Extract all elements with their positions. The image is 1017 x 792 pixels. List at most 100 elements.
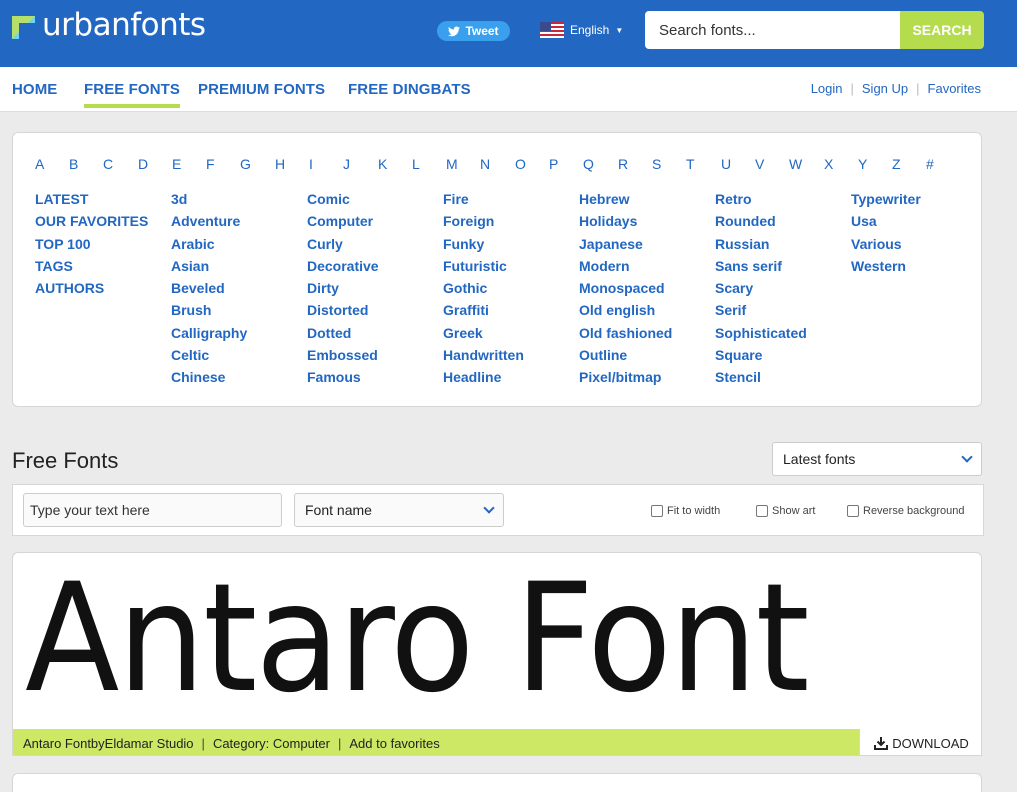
tweet-button[interactable]: Tweet xyxy=(437,21,510,41)
letter-link[interactable]: S xyxy=(652,156,661,172)
favorites-link[interactable]: Favorites xyxy=(928,81,981,96)
category-link[interactable]: Rounded xyxy=(715,210,807,232)
checkbox-box[interactable] xyxy=(651,505,663,517)
category-link[interactable]: Old fashioned xyxy=(579,322,672,344)
letter-link[interactable]: Q xyxy=(583,156,594,172)
letter-link[interactable]: H xyxy=(275,156,285,172)
letter-link[interactable]: T xyxy=(686,156,695,172)
signup-link[interactable]: Sign Up xyxy=(862,81,908,96)
login-link[interactable]: Login xyxy=(811,81,843,96)
nav-premium-fonts[interactable]: PREMIUM FONTS xyxy=(198,81,325,98)
letter-link[interactable]: X xyxy=(824,156,833,172)
category-link[interactable]: Usa xyxy=(851,210,921,232)
category-link[interactable]: Foreign xyxy=(443,210,524,232)
letter-link[interactable]: B xyxy=(69,156,78,172)
letter-link[interactable]: Z xyxy=(892,156,901,172)
category-link[interactable]: Graffiti xyxy=(443,299,524,321)
site-logo[interactable]: urbanfonts xyxy=(12,10,206,41)
font-category-link[interactable]: Category: Computer xyxy=(213,736,330,751)
letter-link[interactable]: G xyxy=(240,156,251,172)
category-link[interactable]: Arabic xyxy=(171,233,247,255)
category-link[interactable]: Old english xyxy=(579,299,672,321)
letter-link[interactable]: W xyxy=(789,156,802,172)
show-art-checkbox[interactable]: Show art xyxy=(756,505,815,517)
add-to-favorites-link[interactable]: Add to favorites xyxy=(349,736,439,751)
category-link[interactable]: Adventure xyxy=(171,210,247,232)
reverse-background-checkbox[interactable]: Reverse background xyxy=(847,505,965,517)
category-link[interactable]: Chinese xyxy=(171,366,247,388)
checkbox-box[interactable] xyxy=(756,505,768,517)
category-link[interactable]: Dirty xyxy=(307,277,379,299)
category-link[interactable]: Retro xyxy=(715,188,807,210)
letter-link[interactable]: # xyxy=(926,156,934,172)
letter-link[interactable]: Y xyxy=(858,156,867,172)
nav-free-dingbats[interactable]: FREE DINGBATS xyxy=(348,81,471,98)
letter-link[interactable]: M xyxy=(446,156,458,172)
letter-link[interactable]: A xyxy=(35,156,44,172)
letter-link[interactable]: E xyxy=(172,156,181,172)
fit-to-width-checkbox[interactable]: Fit to width xyxy=(651,505,720,517)
letter-link[interactable]: R xyxy=(618,156,628,172)
category-link[interactable]: Beveled xyxy=(171,277,247,299)
category-link[interactable]: Comic xyxy=(307,188,379,210)
letter-link[interactable]: N xyxy=(480,156,490,172)
category-link[interactable]: Western xyxy=(851,255,921,277)
category-link[interactable]: Celtic xyxy=(171,344,247,366)
font-preview[interactable]: Antaro Font xyxy=(25,554,810,724)
nav-free-fonts[interactable]: FREE FONTS xyxy=(84,81,181,108)
category-link[interactable]: Computer xyxy=(307,210,379,232)
preview-text-input[interactable] xyxy=(23,493,282,527)
category-link[interactable]: Hebrew xyxy=(579,188,672,210)
letter-link[interactable]: D xyxy=(138,156,148,172)
category-link[interactable]: Japanese xyxy=(579,233,672,255)
search-input[interactable] xyxy=(645,11,900,49)
category-link[interactable]: Serif xyxy=(715,299,807,321)
category-link[interactable]: Calligraphy xyxy=(171,322,247,344)
category-link[interactable]: Various xyxy=(851,233,921,255)
category-link[interactable]: Embossed xyxy=(307,344,379,366)
category-link[interactable]: Curly xyxy=(307,233,379,255)
letter-link[interactable]: V xyxy=(755,156,764,172)
category-link[interactable]: TAGS xyxy=(35,255,148,277)
category-link[interactable]: Stencil xyxy=(715,366,807,388)
category-link[interactable]: Headline xyxy=(443,366,524,388)
category-link[interactable]: Holidays xyxy=(579,210,672,232)
category-link[interactable]: Funky xyxy=(443,233,524,255)
font-name-author-link[interactable]: Antaro FontbyEldamar Studio xyxy=(23,736,194,751)
category-link[interactable]: Russian xyxy=(715,233,807,255)
nav-home[interactable]: HOME xyxy=(12,81,57,98)
category-link[interactable]: Asian xyxy=(171,255,247,277)
sort-select[interactable]: Latest fonts xyxy=(772,442,982,476)
category-link[interactable]: Scary xyxy=(715,277,807,299)
category-link[interactable]: Brush xyxy=(171,299,247,321)
letter-link[interactable]: P xyxy=(549,156,558,172)
category-link[interactable]: Outline xyxy=(579,344,672,366)
category-link[interactable]: Dotted xyxy=(307,322,379,344)
category-link[interactable]: Famous xyxy=(307,366,379,388)
category-link[interactable]: Decorative xyxy=(307,255,379,277)
search-button[interactable]: SEARCH xyxy=(900,11,984,49)
letter-link[interactable]: K xyxy=(378,156,387,172)
category-link[interactable]: Handwritten xyxy=(443,344,524,366)
letter-link[interactable]: U xyxy=(721,156,731,172)
font-name-select[interactable]: Font name xyxy=(294,493,504,527)
category-link[interactable]: Square xyxy=(715,344,807,366)
category-link[interactable]: AUTHORS xyxy=(35,277,148,299)
letter-link[interactable]: I xyxy=(309,156,313,172)
category-link[interactable]: Typewriter xyxy=(851,188,921,210)
letter-link[interactable]: C xyxy=(103,156,113,172)
letter-link[interactable]: F xyxy=(206,156,215,172)
category-link[interactable]: Modern xyxy=(579,255,672,277)
category-link[interactable]: TOP 100 xyxy=(35,233,148,255)
category-link[interactable]: Distorted xyxy=(307,299,379,321)
checkbox-box[interactable] xyxy=(847,505,859,517)
letter-link[interactable]: O xyxy=(515,156,526,172)
category-link[interactable]: Greek xyxy=(443,322,524,344)
letter-link[interactable]: J xyxy=(343,156,350,172)
download-button[interactable]: DOWNLOAD xyxy=(859,729,981,755)
language-selector[interactable]: English ▼ xyxy=(540,22,623,38)
category-link[interactable]: Gothic xyxy=(443,277,524,299)
category-link[interactable]: Pixel/bitmap xyxy=(579,366,672,388)
category-link[interactable]: Sophisticated xyxy=(715,322,807,344)
category-link[interactable]: Fire xyxy=(443,188,524,210)
